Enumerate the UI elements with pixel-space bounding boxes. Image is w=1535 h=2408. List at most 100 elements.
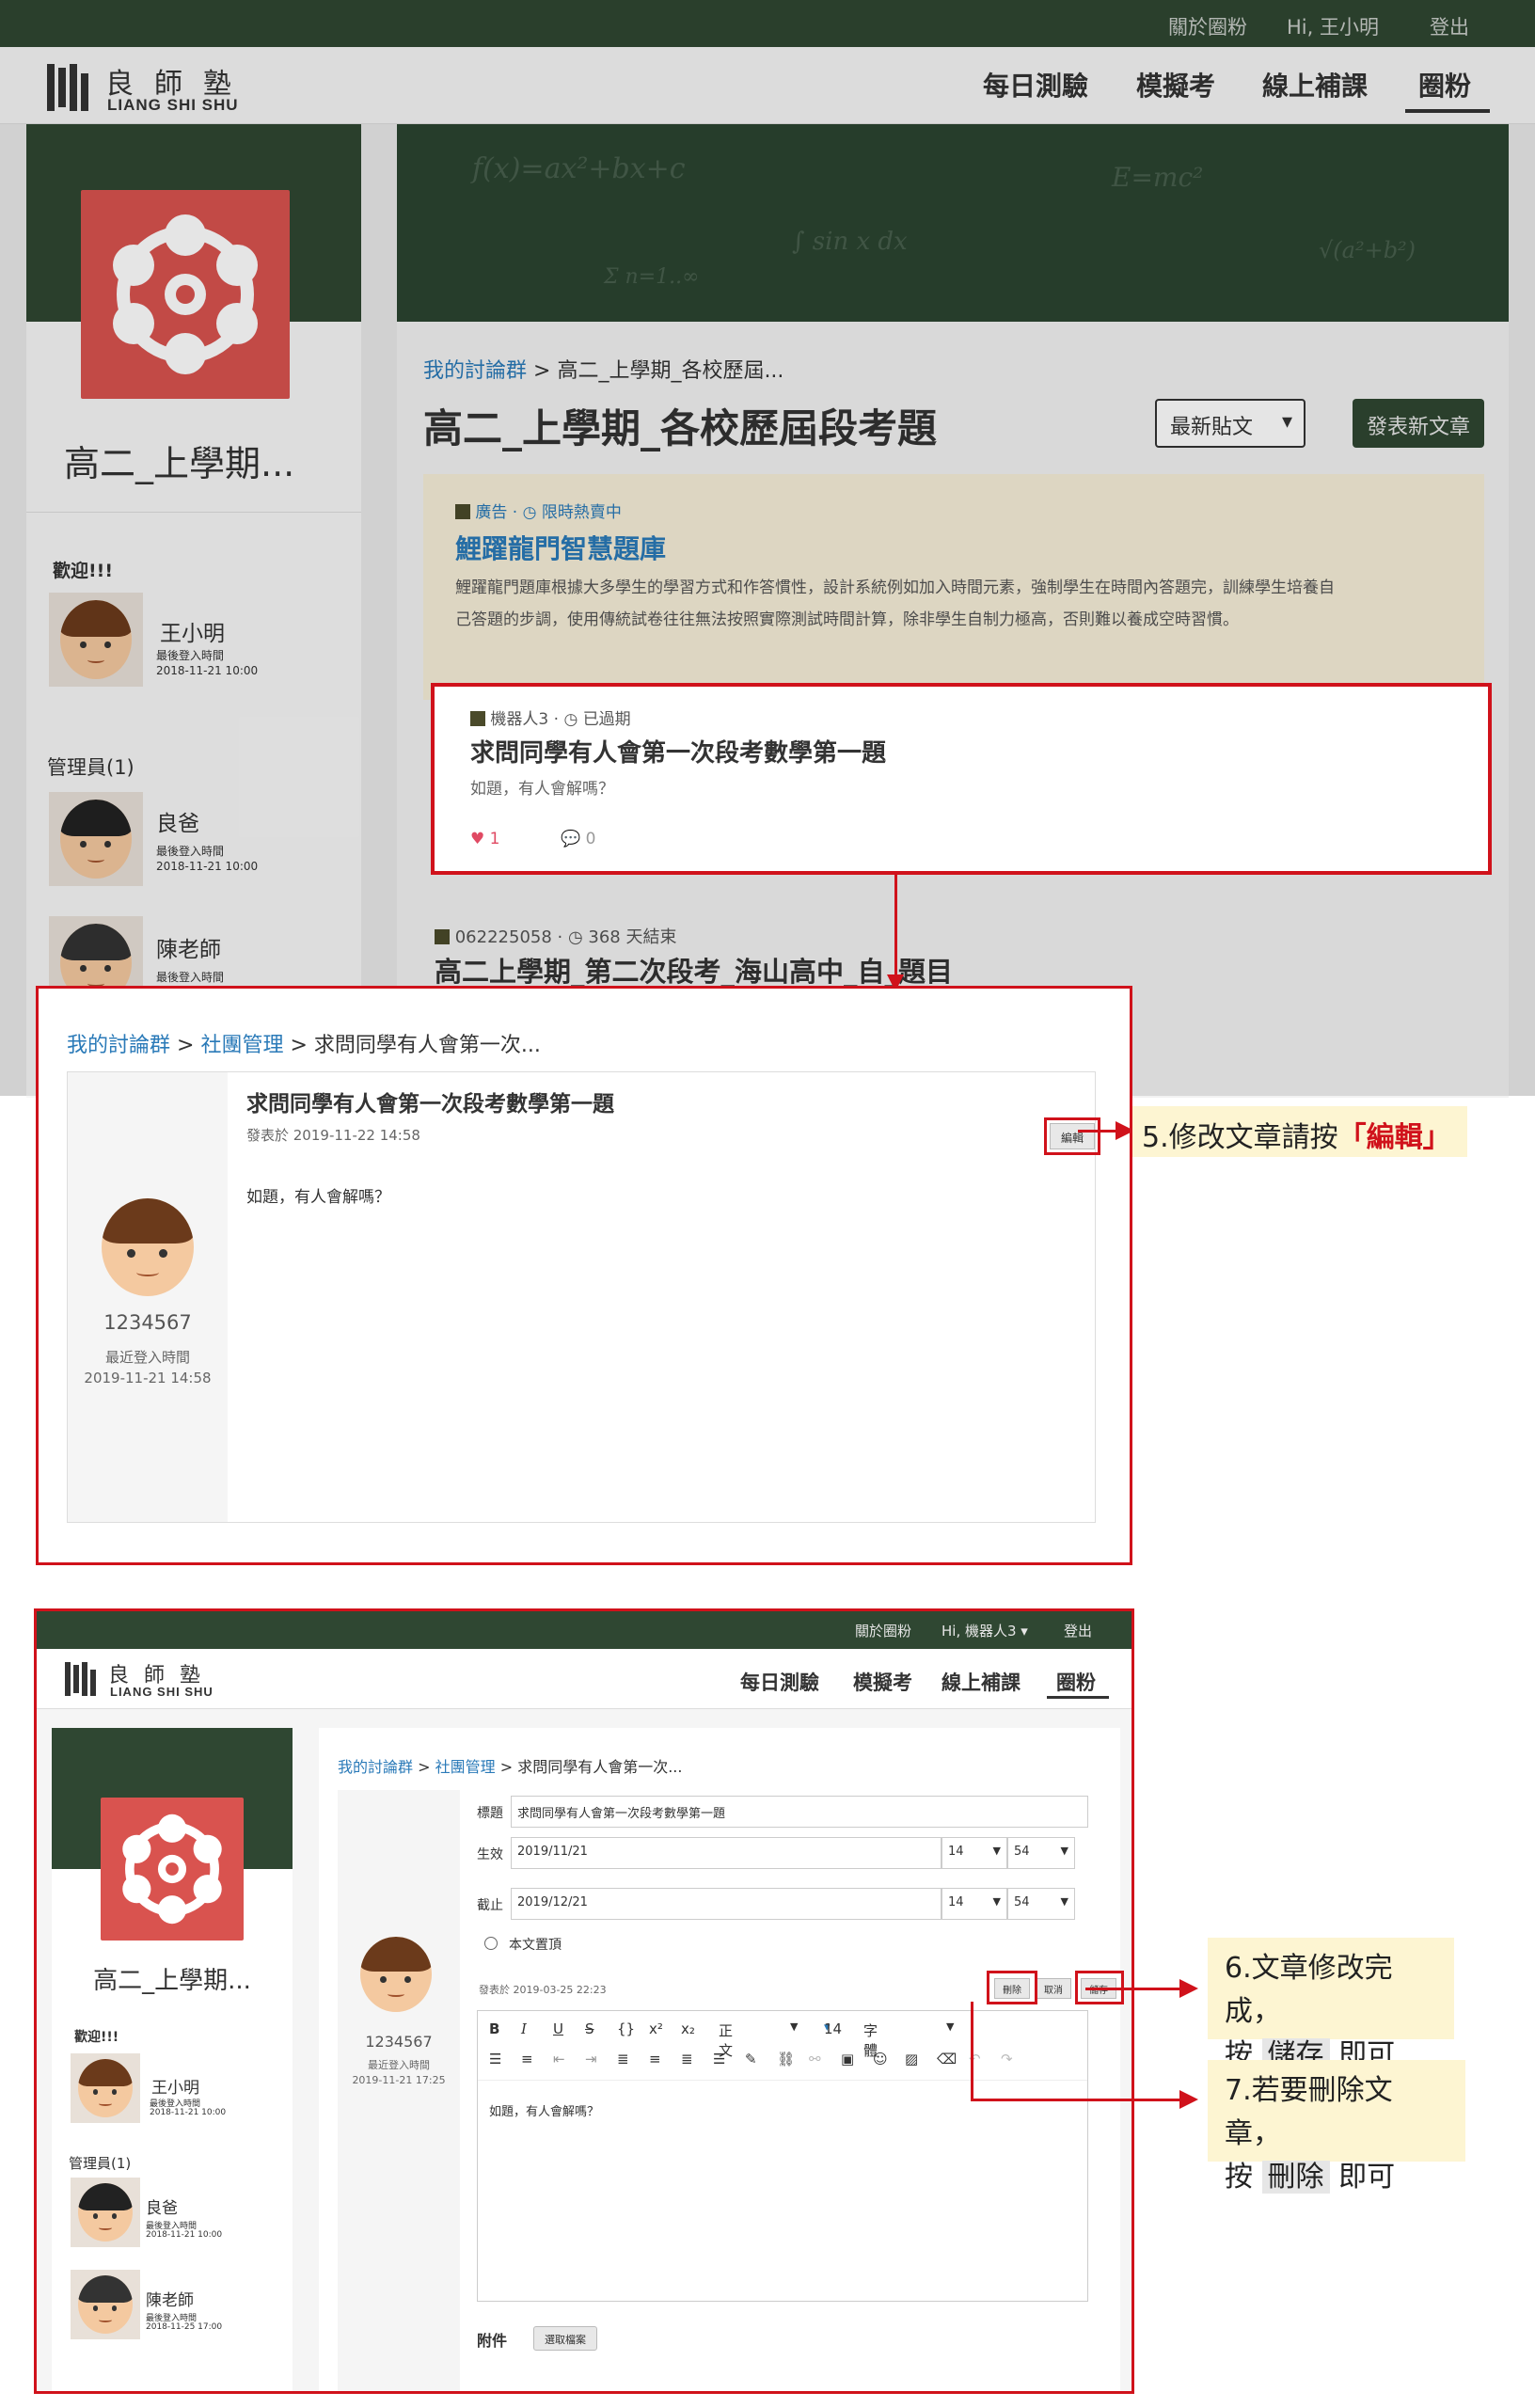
teacher-name: 陳老師 — [146, 2291, 194, 2310]
outdent-icon[interactable]: ⇤ — [553, 2051, 565, 2067]
indent-icon[interactable]: ⇥ — [585, 2051, 597, 2067]
chevron-down-icon: ▼ — [946, 2020, 955, 2033]
pin-radio[interactable] — [484, 1937, 498, 1950]
chevron-down-icon: ▼ — [992, 1895, 1001, 1908]
rich-text-editor[interactable]: B I U S {} x² x₂ 正文 ▼ 14 ▾ 字體 ▼ ☰ ≡ ⇤ ⇥ … — [477, 2010, 1088, 2302]
crumb-club-admin[interactable]: 社團管理 — [435, 1758, 496, 1776]
chevron-down-icon: ▼ — [1060, 1895, 1068, 1908]
editor-toolbar: B I U S {} x² x₂ 正文 ▼ 14 ▾ 字體 ▼ ☰ ≡ ⇤ ⇥ … — [478, 2011, 1087, 2081]
post-date: 發表於 2019-11-22 14:58 — [246, 1127, 420, 1144]
posted-date: 發表於 2019-03-25 22:23 — [479, 1984, 607, 1996]
editor-sidebar: 高二_上學期... 歡迎!!! 王小明 最後登入時間 2018-11-21 10… — [52, 1728, 293, 2391]
club-logo-icon — [101, 1798, 244, 1941]
arrow-right-icon — [1179, 2090, 1198, 2109]
teacher-last-login: 2018-11-25 17:00 — [146, 2322, 223, 2332]
author-login-label: 最近登入時間 — [368, 2059, 430, 2071]
end-min-value: 54 — [1014, 1895, 1030, 1909]
link-icon[interactable]: ⛓ — [777, 2051, 795, 2067]
color-picker-icon[interactable]: ✎ — [745, 2051, 757, 2067]
emoji-icon[interactable]: ☺ — [873, 2051, 888, 2067]
end-min-select[interactable]: 54 ▼ — [1007, 1888, 1075, 1920]
crumb-forum[interactable]: 我的討論群 — [338, 1758, 413, 1776]
highlight-post-box — [431, 683, 1492, 875]
font-size-select[interactable]: 14 ▾ — [824, 2020, 842, 2037]
step5-text: 5.修改文章請按 — [1142, 1121, 1338, 1154]
logo-icon — [65, 1662, 97, 1696]
end-date-input[interactable]: 2019/12/21 — [511, 1888, 942, 1920]
bold-icon[interactable]: B — [489, 2020, 499, 2037]
post-detail-box: 1234567 最近登入時間 2019-11-21 14:58 求問同學有人會第… — [67, 1071, 1100, 1523]
end-label: 截止 — [477, 1898, 503, 1913]
author-id: 1234567 — [103, 1311, 192, 1334]
step7-callout: 7.若要刪除文章， 按 刪除 即可 — [1208, 2060, 1465, 2194]
highlight-edit-box — [1044, 1117, 1100, 1155]
crumb-current: 求問同學有人會第一次... — [517, 1758, 683, 1776]
user-avatar — [71, 2053, 140, 2123]
attach-label: 附件 — [477, 2332, 508, 2350]
teacher-avatar — [71, 2270, 140, 2339]
eraser-icon[interactable]: ⌫ — [937, 2051, 957, 2067]
end-hour-select[interactable]: 14 ▼ — [942, 1888, 1007, 1920]
arrow-line — [894, 875, 897, 978]
admin-last-login: 2018-11-21 10:00 — [146, 2230, 223, 2240]
start-date-input[interactable]: 2019/11/21 — [511, 1837, 942, 1869]
forum-list-screenshot: 關於圈粉 Hi, 王小明 登出 良師塾 LIANG SHI SHU 每日測驗 模… — [0, 0, 1535, 1098]
align-center-icon[interactable]: ≡ — [649, 2051, 661, 2067]
code-icon[interactable]: {} — [617, 2020, 635, 2037]
chevron-down-icon: ▼ — [992, 1845, 1001, 1857]
editor-breadcrumb: 我的討論群 > 社團管理 > 求問同學有人會第一次... — [338, 1758, 683, 1776]
author-login-label: 最近登入時間 — [104, 1349, 190, 1366]
numbered-list-icon[interactable]: ≡ — [521, 2051, 533, 2067]
nav-online-class[interactable]: 線上補課 — [942, 1668, 1021, 1696]
font-size-value: 14 — [824, 2020, 843, 2037]
start-min-value: 54 — [1014, 1845, 1030, 1859]
crumb-forum[interactable]: 我的討論群 — [67, 1034, 170, 1057]
justify-icon[interactable]: ☰ — [713, 2051, 725, 2067]
user-greeting[interactable]: Hi, 機器人3 ▾ — [942, 1621, 1028, 1640]
title-label: 標題 — [477, 1806, 503, 1821]
arrow-line — [1085, 1988, 1179, 1990]
superscript-icon[interactable]: x² — [649, 2020, 663, 2037]
nav-daily-quiz[interactable]: 每日測驗 — [740, 1668, 819, 1696]
crumb-club-admin[interactable]: 社團管理 — [200, 1034, 283, 1057]
admin-avatar — [71, 2178, 140, 2247]
align-right-icon[interactable]: ≣ — [681, 2051, 693, 2067]
highlight-delete-box — [987, 1971, 1037, 2004]
step6-callout: 6.文章修改完成， 按 儲存 即可 — [1208, 1938, 1454, 2071]
dim-overlay — [0, 0, 1535, 1096]
chevron-down-icon: ▼ — [1060, 1845, 1068, 1857]
group-name: 高二_上學期... — [93, 1967, 251, 1995]
formula-icon[interactable]: ▣ — [841, 2051, 854, 2067]
align-left-icon[interactable]: ≣ — [617, 2051, 629, 2067]
detail-breadcrumb: 我的討論群 > 社團管理 > 求問同學有人會第一次... — [67, 1034, 541, 1057]
editor-content[interactable]: 如題，有人會解嗎？ — [489, 2101, 599, 2119]
admins-label: 管理員(1) — [69, 2155, 132, 2172]
editor-nav: 良師塾 LIANG SHI SHU 每日測驗 模擬考 線上補課 圈粉 — [37, 1649, 1131, 1709]
cancel-button[interactable]: 取消 — [1036, 1978, 1071, 1999]
start-min-select[interactable]: 54 ▼ — [1007, 1837, 1075, 1869]
unlink-icon[interactable]: ⚯ — [809, 2051, 821, 2067]
choose-file-button[interactable]: 選取檔案 — [533, 2326, 597, 2351]
step6-line1: 6.文章修改完成， — [1225, 1952, 1393, 2028]
title-input[interactable]: 求問同學有人會第一次段考數學第一題 — [511, 1796, 1088, 1828]
image-icon[interactable]: ▨ — [905, 2051, 918, 2067]
author-column: 1234567 最近登入時間 2019-11-21 17:25 — [338, 1790, 460, 2391]
logo-english: LIANG SHI SHU — [110, 1685, 214, 1699]
author-column: 1234567 最近登入時間 2019-11-21 14:58 — [68, 1072, 228, 1522]
author-id: 1234567 — [365, 2033, 433, 2051]
nav-mock-exam[interactable]: 模擬考 — [853, 1668, 912, 1696]
logout-link[interactable]: 登出 — [1064, 1621, 1092, 1640]
subscript-icon[interactable]: x₂ — [681, 2020, 695, 2037]
start-hour-select[interactable]: 14 ▼ — [942, 1837, 1007, 1869]
post-detail-screenshot: 我的討論群 > 社團管理 > 求問同學有人會第一次... 1234567 最近登… — [36, 986, 1132, 1565]
underline-icon[interactable]: U — [553, 2020, 563, 2037]
strikethrough-icon[interactable]: S — [585, 2020, 594, 2037]
about-link[interactable]: 關於圈粉 — [855, 1621, 911, 1640]
redo-icon[interactable]: ↷ — [1001, 2051, 1013, 2067]
nav-circle-fans[interactable]: 圈粉 — [1056, 1668, 1096, 1696]
italic-icon[interactable]: I — [521, 2020, 527, 2037]
arrow-right-icon — [1116, 1121, 1134, 1140]
editor-card: 我的討論群 > 社團管理 > 求問同學有人會第一次... 1234567 最近登… — [319, 1728, 1124, 2391]
post-body: 如題，有人會解嗎？ — [246, 1188, 390, 1207]
bullet-list-icon[interactable]: ☰ — [489, 2051, 501, 2067]
